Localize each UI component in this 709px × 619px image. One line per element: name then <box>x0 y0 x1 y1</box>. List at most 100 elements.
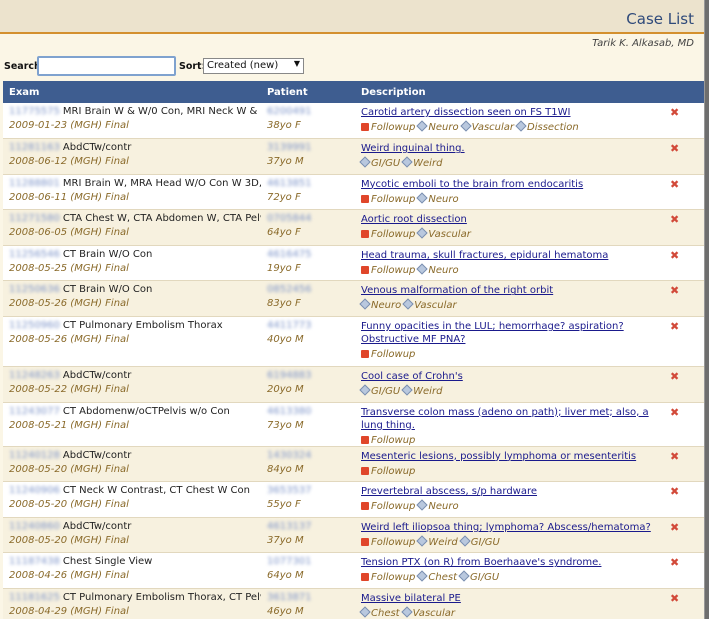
patient-id[interactable]: 6200491 <box>267 106 312 117</box>
accession-number[interactable]: 11281163 <box>9 142 60 153</box>
category-tag[interactable]: Neuro <box>416 499 459 512</box>
patient-id[interactable]: 4613851 <box>267 178 312 189</box>
accession-number[interactable]: 11181625 <box>9 592 60 603</box>
followup-tag[interactable]: Followup <box>361 537 415 548</box>
column-header-description[interactable]: Description <box>355 81 664 103</box>
followup-tag[interactable]: Followup <box>361 466 415 477</box>
followup-tag[interactable]: Followup <box>361 349 415 360</box>
close-icon[interactable]: ✖ <box>670 106 679 119</box>
followup-tag[interactable]: Followup <box>361 265 415 276</box>
table-row[interactable]: 11181625 CT Pulmonary Embolism Thorax, CT… <box>3 588 704 619</box>
table-row[interactable]: 11187438 Chest Single View 2008-04-26 (MGH… <box>3 552 704 590</box>
patient-id[interactable]: 3653537 <box>267 485 312 496</box>
search-input[interactable] <box>37 56 176 76</box>
category-tag[interactable]: GI/GU <box>458 570 499 583</box>
accession-number[interactable]: 11256546 <box>9 249 60 260</box>
followup-tag[interactable]: Followup <box>361 435 415 445</box>
case-description-link[interactable]: Mycotic emboli to the brain from endocar… <box>361 178 652 191</box>
close-icon[interactable]: ✖ <box>670 556 679 569</box>
case-description-link[interactable]: Funny opacities in the LUL; hemorrhage? … <box>361 320 652 346</box>
accession-number[interactable]: 11271580 <box>9 213 60 224</box>
close-icon[interactable]: ✖ <box>670 284 679 297</box>
column-header-exam[interactable]: Exam <box>3 81 261 103</box>
followup-tag[interactable]: Followup <box>361 122 415 133</box>
category-tag[interactable]: Neuro <box>416 192 459 205</box>
category-tag[interactable]: GI/GU <box>359 384 400 397</box>
table-row[interactable]: 11250960 CT Pulmonary Embolism Thorax 2008… <box>3 316 704 368</box>
accession-number[interactable]: 11243077 <box>9 406 60 417</box>
close-icon[interactable]: ✖ <box>670 249 679 262</box>
close-icon[interactable]: ✖ <box>670 142 679 155</box>
close-icon[interactable]: ✖ <box>670 521 679 534</box>
followup-tag[interactable]: Followup <box>361 572 415 583</box>
table-row[interactable]: 11240860 AbdCTw/contr 2008-05-20 (MGH) Fin… <box>3 517 704 554</box>
case-description-link[interactable]: Venous malformation of the right orbit <box>361 284 652 297</box>
table-row[interactable]: 11775575 MRI Brain W & W/0 Con, MRI Neck … <box>3 103 704 140</box>
case-description-link[interactable]: Transverse colon mass (adeno on path); l… <box>361 406 652 432</box>
category-tag[interactable]: Weird <box>401 384 442 397</box>
close-icon[interactable]: ✖ <box>670 320 679 333</box>
accession-number[interactable]: 11240128 <box>9 450 60 461</box>
patient-id[interactable]: 4613380 <box>267 406 312 417</box>
close-icon[interactable]: ✖ <box>670 592 679 605</box>
case-description-link[interactable]: Weird left iliopsoa thing; lymphoma? Abs… <box>361 521 652 534</box>
category-tag[interactable]: Neuro <box>359 298 401 311</box>
category-tag[interactable]: Vascular <box>402 298 457 311</box>
category-tag[interactable]: Weird <box>401 156 442 169</box>
accession-number[interactable]: 11288801 <box>9 178 60 189</box>
sort-select[interactable]: Created (new) ▼ <box>203 58 304 74</box>
category-tag[interactable]: Neuro <box>416 263 459 276</box>
patient-id[interactable]: 1430324 <box>267 450 312 461</box>
category-tag[interactable]: Vascular <box>416 227 471 240</box>
case-description-link[interactable]: Head trauma, skull fractures, epidural h… <box>361 249 652 262</box>
followup-tag[interactable]: Followup <box>361 501 415 512</box>
patient-id[interactable]: 0705844 <box>267 213 312 224</box>
close-icon[interactable]: ✖ <box>670 406 679 419</box>
table-row[interactable]: 11271580 CTA Chest W, CTA Abdomen W, CTA … <box>3 209 704 246</box>
case-description-link[interactable]: Carotid artery dissection seen on FS T1W… <box>361 106 652 119</box>
table-row[interactable]: 11288801 MRI Brain W, MRA Head W/O Con W … <box>3 174 704 211</box>
case-description-link[interactable]: Prevertebral abscess, s/p hardware <box>361 485 652 498</box>
patient-id[interactable]: 3613871 <box>267 592 312 603</box>
accession-number[interactable]: 11187438 <box>9 556 60 567</box>
patient-id[interactable]: 1077301 <box>267 556 312 567</box>
category-tag[interactable]: Chest <box>416 570 457 583</box>
patient-id[interactable]: 4613137 <box>267 521 312 532</box>
close-icon[interactable]: ✖ <box>670 178 679 191</box>
followup-tag[interactable]: Followup <box>361 194 415 205</box>
patient-id[interactable]: 6194883 <box>267 370 312 381</box>
accession-number[interactable]: 11240860 <box>9 521 60 532</box>
accession-number[interactable]: 11250960 <box>9 320 60 331</box>
column-header-patient[interactable]: Patient <box>261 81 355 103</box>
close-icon[interactable]: ✖ <box>670 213 679 226</box>
case-description-link[interactable]: Aortic root dissection <box>361 213 652 226</box>
table-row[interactable]: 11281163 AbdCTw/contr 2008-06-12 (MGH) Fin… <box>3 138 704 175</box>
patient-id[interactable]: 4411773 <box>267 320 312 331</box>
category-tag[interactable]: Vascular <box>459 120 514 133</box>
category-tag[interactable]: Weird <box>416 535 458 548</box>
case-description-link[interactable]: Weird inguinal thing. <box>361 142 652 155</box>
accession-number[interactable]: 11775575 <box>9 106 60 117</box>
table-row[interactable]: 11240128 AbdCTw/contr 2008-05-20 (MGH) Fin… <box>3 446 704 483</box>
case-description-link[interactable]: Massive bilateral PE <box>361 592 652 605</box>
followup-tag[interactable]: Followup <box>361 229 415 240</box>
category-tag[interactable]: GI/GU <box>359 156 400 169</box>
table-row[interactable]: 11243077 CT Abdomenw/oCTPelvis w/o Con 200… <box>3 402 704 447</box>
category-tag[interactable]: GI/GU <box>459 535 500 548</box>
accession-number[interactable]: 11248263 <box>9 370 60 381</box>
close-icon[interactable]: ✖ <box>670 485 679 498</box>
accession-number[interactable]: 11250636 <box>9 284 60 295</box>
table-row[interactable]: 11256546 CT Brain W/O Con 2008-05-25 (MGH)… <box>3 245 704 282</box>
case-description-link[interactable]: Mesenteric lesions, possibly lymphoma or… <box>361 450 652 463</box>
patient-id[interactable]: 0852456 <box>267 284 312 295</box>
close-icon[interactable]: ✖ <box>670 370 679 383</box>
category-tag[interactable]: Chest <box>359 606 400 619</box>
patient-id[interactable]: 3139991 <box>267 142 312 153</box>
category-tag[interactable]: Dissection <box>515 120 579 133</box>
category-tag[interactable]: Neuro <box>416 120 459 133</box>
table-row[interactable]: 11248263 AbdCTw/contr 2008-05-22 (MGH) Fin… <box>3 366 704 403</box>
category-tag[interactable]: Vascular <box>400 606 455 619</box>
table-row[interactable]: 11250636 CT Brain W/O Con 2008-05-26 (MGH)… <box>3 280 704 318</box>
close-icon[interactable]: ✖ <box>670 450 679 463</box>
case-description-link[interactable]: Tension PTX (on R) from Boerhaave's synd… <box>361 556 652 569</box>
